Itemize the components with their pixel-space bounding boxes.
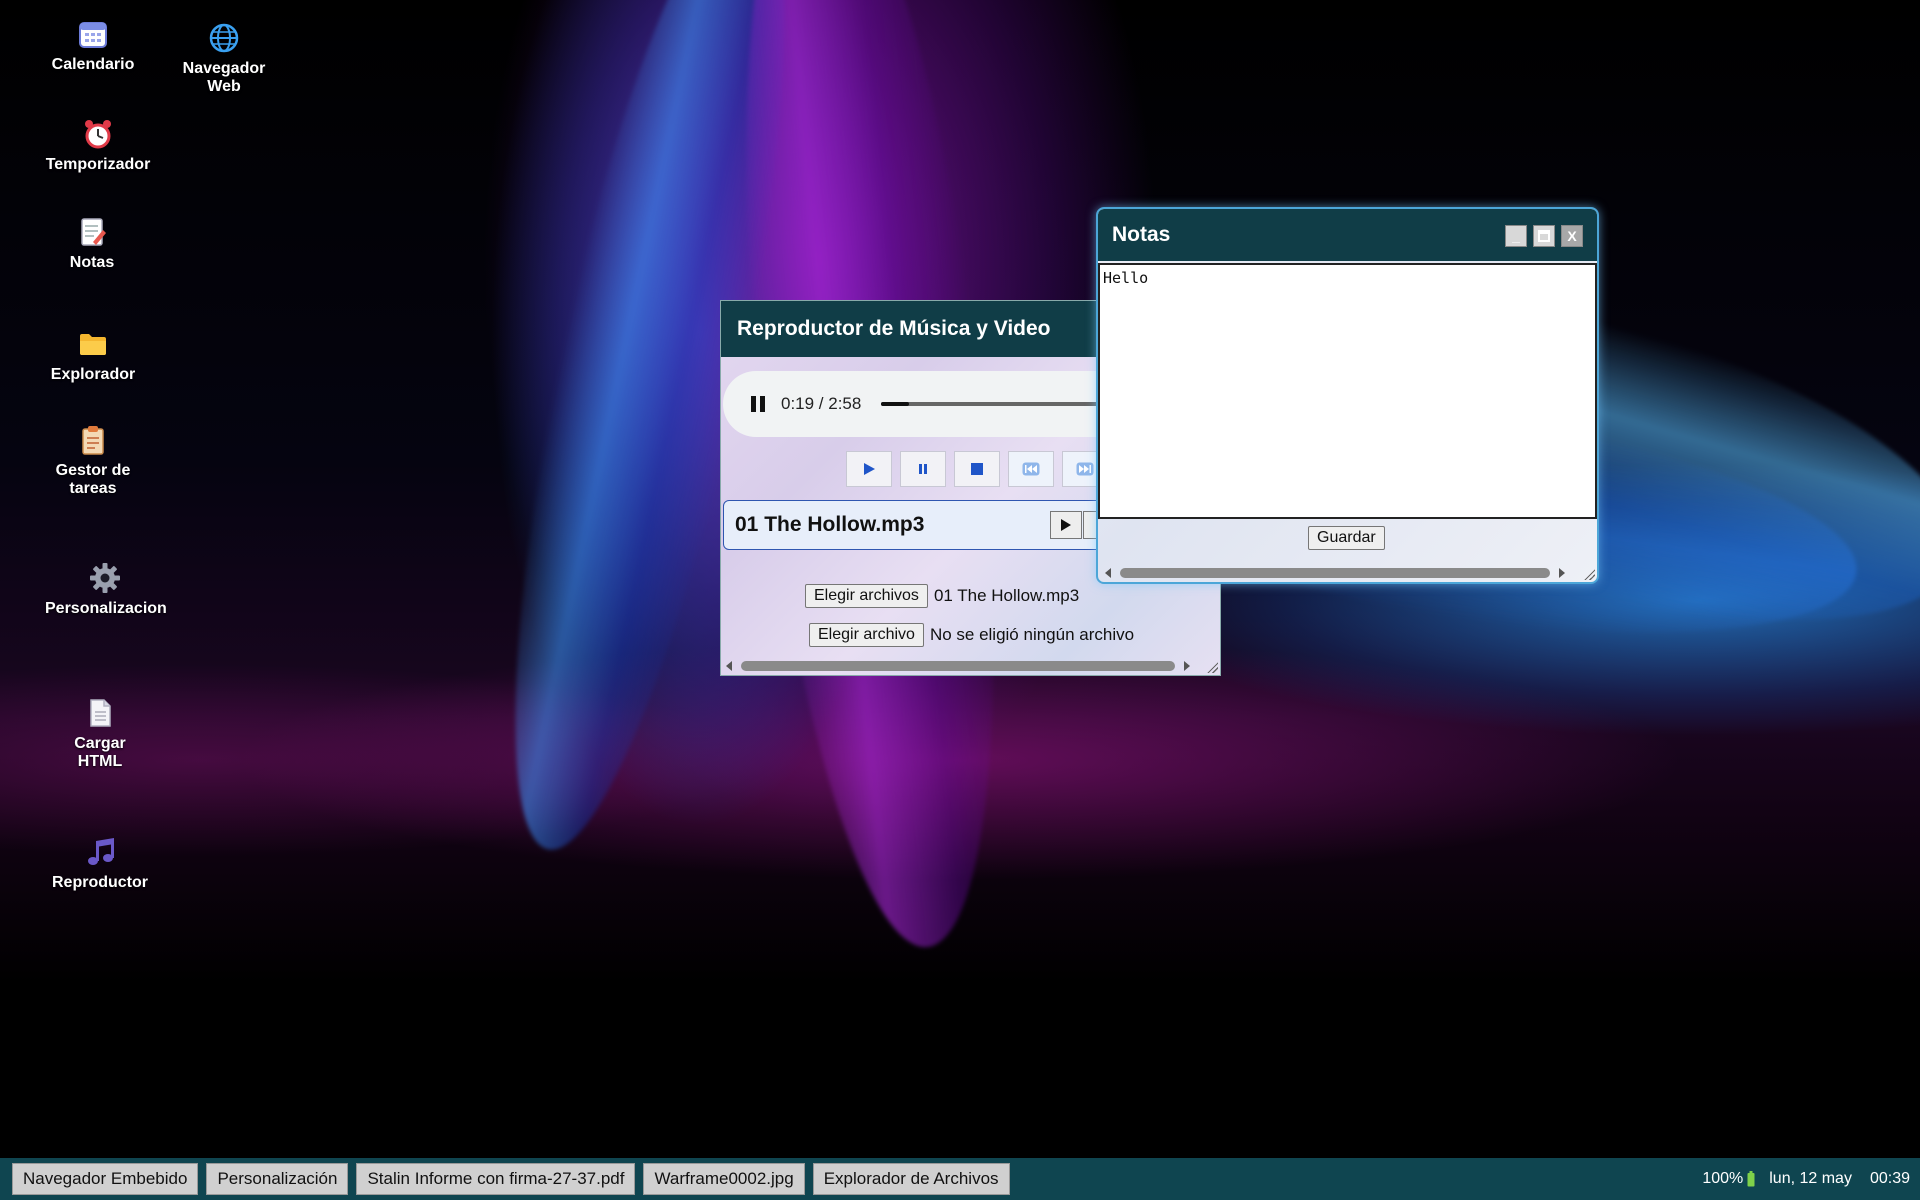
taskbar-item-pdf[interactable]: Stalin Informe con firma-27-37.pdf xyxy=(356,1163,636,1195)
fast-forward-icon xyxy=(1076,462,1094,476)
taskbar-item-explorador-archivos[interactable]: Explorador de Archivos xyxy=(812,1163,1010,1195)
scroll-left-arrow-icon[interactable] xyxy=(1100,568,1116,578)
folder-icon xyxy=(33,326,153,362)
audio-seek-progress xyxy=(881,402,910,406)
desktop-icon-notas[interactable]: Notas xyxy=(32,214,152,272)
desktop-icon-label: Gestor de tareas xyxy=(55,462,131,497)
previous-button[interactable] xyxy=(1008,451,1054,487)
desktop-icon-personalizacion[interactable]: Personalizacion xyxy=(45,560,167,618)
scroll-thumb[interactable] xyxy=(741,661,1175,671)
scroll-right-arrow-icon[interactable] xyxy=(1179,661,1195,671)
rewind-icon xyxy=(1022,462,1040,476)
document-icon xyxy=(40,695,160,731)
clipboard-icon xyxy=(33,422,153,458)
gear-icon xyxy=(45,560,165,596)
desktop-icon-calendario[interactable]: Calendario xyxy=(33,16,153,74)
pause-icon xyxy=(919,464,927,474)
save-button[interactable]: Guardar xyxy=(1308,526,1385,550)
notes-horizontal-scrollbar[interactable] xyxy=(1100,565,1595,581)
maximize-button[interactable] xyxy=(1533,225,1555,247)
file-status: No se eligió ningún archivo xyxy=(929,625,1135,644)
battery-icon xyxy=(1747,1171,1755,1187)
stop-button[interactable] xyxy=(954,451,1000,487)
song-play-button[interactable] xyxy=(1050,511,1082,539)
taskbar: Navegador Embebido Personalización Stali… xyxy=(0,1158,1920,1200)
pause-button[interactable] xyxy=(900,451,946,487)
desktop-icon-label: Explorador xyxy=(50,366,136,383)
desktop-icon-gestor-de-tareas[interactable]: Gestor de tareas xyxy=(33,422,153,498)
scroll-left-arrow-icon[interactable] xyxy=(721,661,737,671)
close-button[interactable]: X xyxy=(1561,225,1583,247)
taskbar-item-image[interactable]: Warframe0002.jpg xyxy=(643,1163,805,1195)
system-tray: 100% lun, 12 may 00:39 xyxy=(1692,1158,1910,1200)
scroll-right-arrow-icon[interactable] xyxy=(1554,568,1570,578)
desktop-icon-temporizador[interactable]: Temporizador xyxy=(38,116,158,174)
file-picker: Elegir archivo No se eligió ningún archi… xyxy=(809,623,1134,647)
play-button[interactable] xyxy=(846,451,892,487)
notes-window: Notas _ X Hello Guardar xyxy=(1096,207,1599,584)
desktop-icon-navegador-web[interactable]: Navegador Web xyxy=(164,20,284,96)
desktop-icon-label: Notas xyxy=(69,254,115,271)
calendar-icon xyxy=(33,16,153,52)
scroll-thumb[interactable] xyxy=(1120,568,1550,578)
files-status: 01 The Hollow.mp3 xyxy=(933,586,1080,605)
desktop-icon-explorador[interactable]: Explorador xyxy=(33,326,153,384)
desktop-icon-label: Personalizacion xyxy=(45,600,167,617)
stop-icon xyxy=(971,463,983,475)
play-icon xyxy=(1061,519,1071,531)
player-horizontal-scrollbar[interactable] xyxy=(721,658,1220,674)
choose-files-button[interactable]: Elegir archivos xyxy=(805,584,928,608)
desktop-icon-label: Temporizador xyxy=(45,156,151,173)
choose-file-button[interactable]: Elegir archivo xyxy=(809,623,924,647)
play-icon xyxy=(864,463,875,475)
notes-window-title: Notas xyxy=(1112,223,1171,246)
desktop-icon-reproductor[interactable]: Reproductor xyxy=(40,834,160,892)
resize-grip-icon[interactable] xyxy=(1206,661,1218,673)
taskbar-item-navegador-embebido[interactable]: Navegador Embebido xyxy=(12,1163,199,1195)
alarm-clock-icon xyxy=(38,116,158,152)
globe-icon xyxy=(164,20,284,56)
desktop-icon-cargar-html[interactable]: Cargar HTML xyxy=(40,695,160,771)
desktop-icon-label: Cargar HTML xyxy=(74,735,126,770)
window-buttons: _ X xyxy=(1505,225,1583,247)
files-picker: Elegir archivos 01 The Hollow.mp3 xyxy=(805,584,1079,608)
player-window-title: Reproductor de Música y Video xyxy=(737,317,1051,340)
desktop-icon-label: Calendario xyxy=(51,56,135,73)
resize-grip-icon[interactable] xyxy=(1583,568,1595,580)
taskbar-item-personalizacion[interactable]: Personalización xyxy=(206,1163,349,1195)
audio-pause-icon[interactable] xyxy=(743,395,773,413)
minimize-button[interactable]: _ xyxy=(1505,225,1527,247)
clock: 00:39 xyxy=(1869,1170,1910,1187)
music-note-icon xyxy=(40,834,160,870)
date: lun, 12 may xyxy=(1769,1170,1852,1187)
maximize-icon xyxy=(1538,230,1550,242)
desktop-icon-label: Reproductor xyxy=(52,874,148,891)
audio-time: 0:19 / 2:58 xyxy=(781,394,862,413)
desktop-icon-label: Navegador Web xyxy=(182,60,266,95)
notepad-icon xyxy=(32,214,152,250)
song-name: 01 The Hollow.mp3 xyxy=(735,513,925,536)
player-controls xyxy=(846,451,1108,487)
battery-level: 100% xyxy=(1702,1170,1744,1187)
notes-textarea[interactable]: Hello xyxy=(1098,263,1597,519)
